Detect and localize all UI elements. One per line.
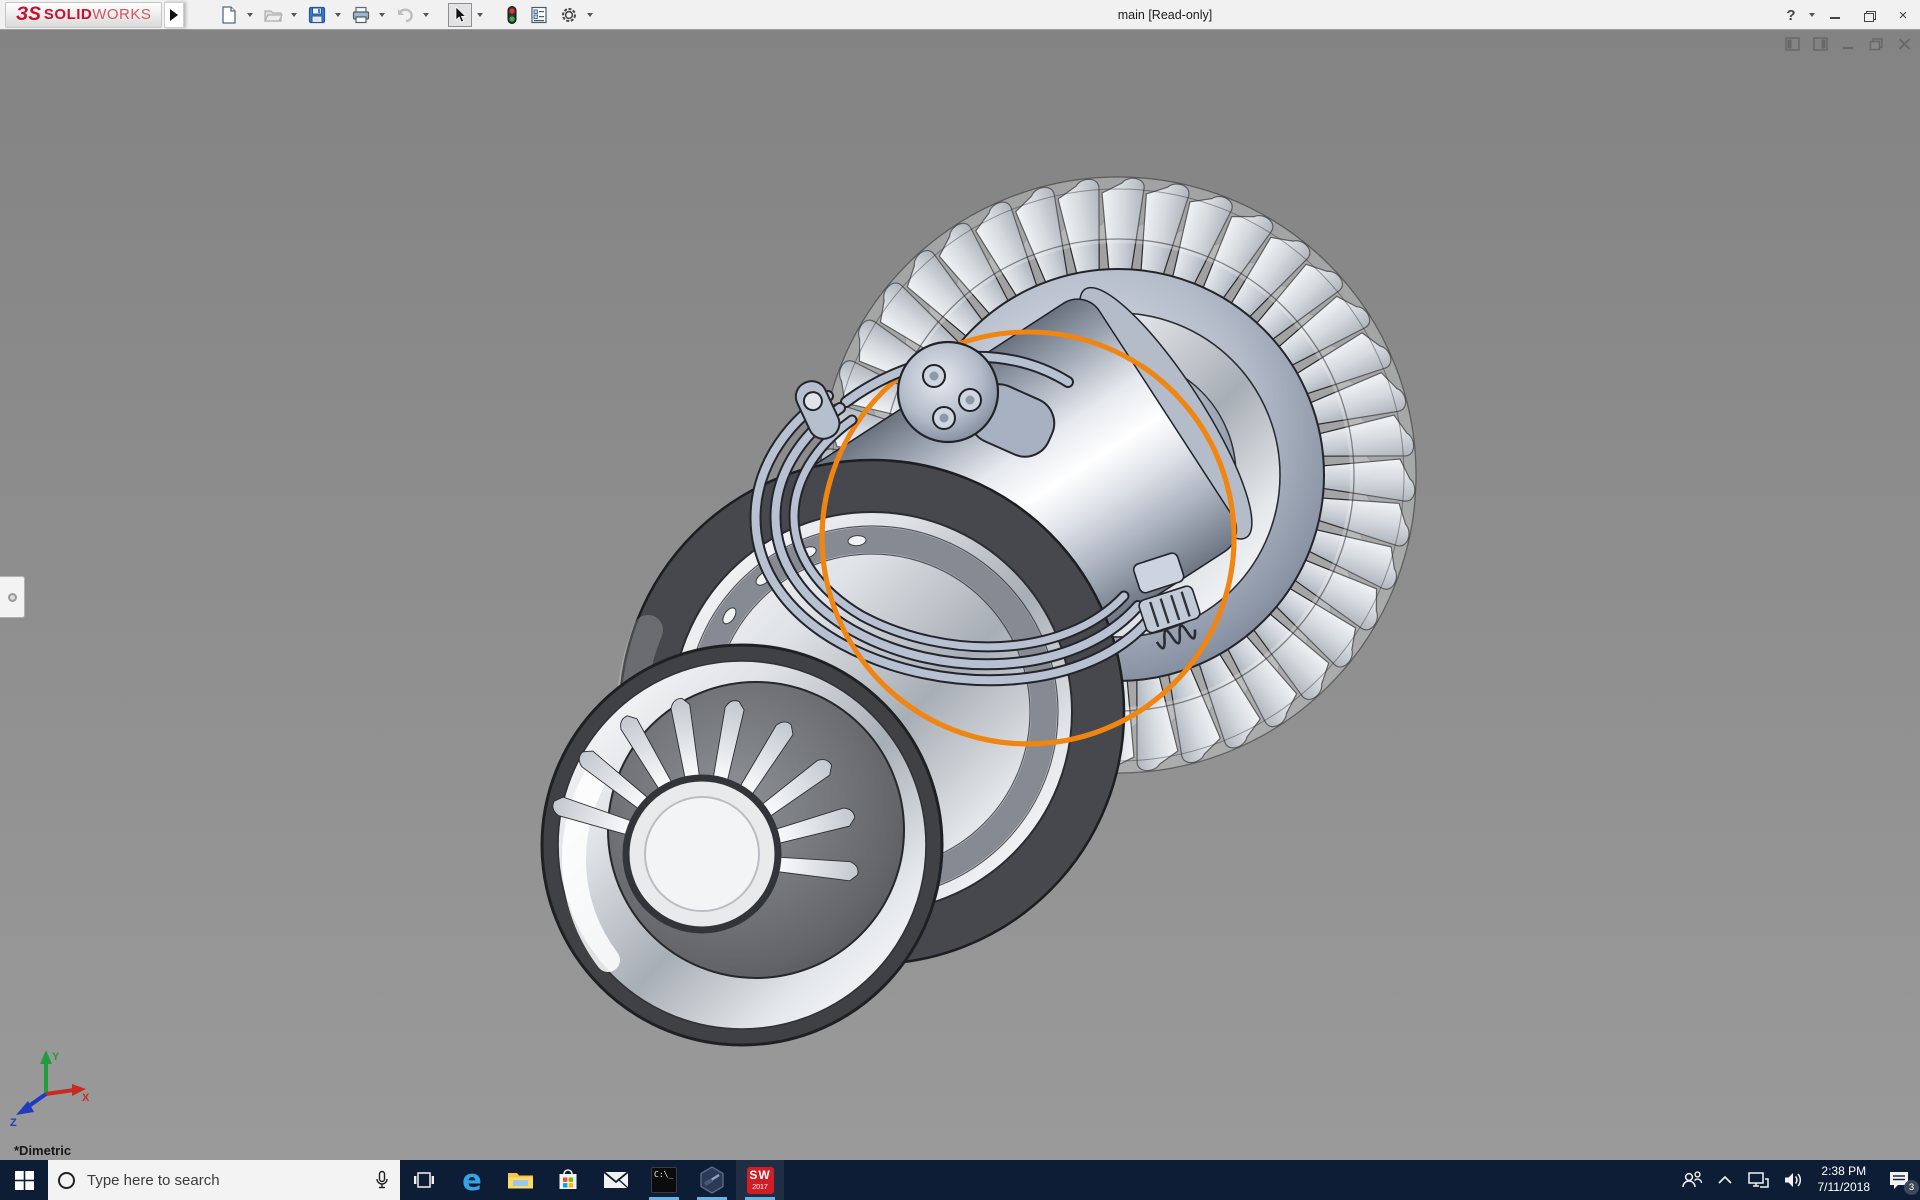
dropdown-caret[interactable] [477,13,483,17]
restore-icon [1864,11,1874,20]
show-display-pane-icon[interactable] [1813,37,1828,51]
quick-access-toolbar [216,3,596,27]
command-prompt-button[interactable]: C:\_ [640,1160,688,1200]
restore-button[interactable] [1852,0,1886,30]
store-icon [556,1168,580,1192]
windows-logo-icon [15,1171,34,1190]
mdi-window-controls [1785,37,1912,51]
collapsed-panel-tab[interactable] [0,576,25,618]
dropdown-caret[interactable] [335,13,341,17]
design-checker-button[interactable] [526,3,552,27]
close-button[interactable]: × [1886,0,1920,30]
panel-tab-icon [8,593,17,602]
help-caret[interactable] [1809,13,1815,17]
titlebar: ЗS SOLIDWORKS [0,0,1920,30]
new-document-icon [219,5,239,25]
dropdown-caret[interactable] [587,13,593,17]
document-title: main [Read-only] [1055,0,1275,30]
new-document-button[interactable] [216,3,242,27]
mdi-restore-icon[interactable] [1869,37,1884,51]
microphone-icon[interactable] [374,1170,390,1190]
notification-badge: 3 [1904,1180,1919,1195]
windows-taskbar: e C:\_ SW 2017 [0,1160,1920,1200]
axis-x-label: X [82,1092,90,1104]
task-view-button[interactable] [400,1160,448,1200]
volume-button[interactable] [1776,1160,1810,1200]
open-icon [263,5,283,25]
open-button[interactable] [260,3,286,27]
mail-button[interactable] [592,1160,640,1200]
start-button[interactable] [0,1160,48,1200]
network-icon [1747,1171,1769,1189]
hexagon-app-button[interactable] [688,1160,736,1200]
clock[interactable]: 2:38 PM 7/11/2018 [1810,1160,1879,1200]
command-prompt-icon: C:\_ [651,1167,677,1193]
logo-text-works: WORKS [92,6,151,23]
axis-y-label: Y [52,1051,60,1063]
gear-icon [559,5,579,25]
hexagon-app-icon [699,1166,725,1194]
options-button[interactable] [556,3,582,27]
mdi-close-icon[interactable] [1897,37,1912,51]
undo-icon [395,5,415,25]
tray-date: 7/11/2018 [1818,1180,1871,1196]
action-center-button[interactable]: 3 [1878,1160,1920,1200]
speaker-icon [1783,1171,1803,1189]
store-button[interactable] [544,1160,592,1200]
solidworks-2017-button[interactable]: SW 2017 [736,1160,784,1200]
window-controls: ? × [1774,0,1920,30]
view-status-button[interactable] [502,3,522,27]
graphics-viewport[interactable]: Y X Z *Dimetric [0,30,1920,1160]
help-button[interactable]: ? [1774,0,1808,30]
dropdown-caret[interactable] [291,13,297,17]
flyout-arrow-icon [170,9,178,21]
tray-time: 2:38 PM [1818,1164,1871,1180]
print-icon [351,5,371,25]
dropdown-caret[interactable] [423,13,429,17]
solidworks-app-icon: SW 2017 [747,1167,774,1194]
people-button[interactable] [1674,1160,1710,1200]
solidworks-window: ЗS SOLIDWORKS [0,0,1920,1200]
edge-button[interactable]: e [448,1160,496,1200]
traffic-light-icon [505,5,519,25]
network-button[interactable] [1740,1160,1776,1200]
jet-engine-model [0,30,1920,1160]
people-icon [1681,1170,1703,1190]
print-button[interactable] [348,3,374,27]
undo-button[interactable] [392,3,418,27]
orientation-triad: Y X Z [8,1048,92,1126]
task-list-icon [529,5,549,25]
axis-z-label: Z [10,1117,17,1126]
show-hidden-icons-button[interactable] [1710,1160,1740,1200]
dropdown-caret[interactable] [379,13,385,17]
mail-icon [603,1170,629,1190]
dassault-logo-icon: ЗS [16,4,41,26]
menu-flyout-button[interactable] [164,2,184,28]
logo-text-solid: SOLID [44,6,92,23]
edge-icon: e [462,1166,482,1195]
system-tray: 2:38 PM 7/11/2018 3 [1674,1160,1920,1200]
intake-cone-assembly [542,645,942,1045]
dropdown-caret[interactable] [247,13,253,17]
task-view-icon [413,1169,435,1191]
save-icon [307,5,327,25]
select-tool-button[interactable] [448,3,472,27]
mdi-minimize-icon[interactable] [1841,37,1856,51]
select-cursor-icon [451,6,469,24]
cortana-icon [58,1172,75,1189]
file-explorer-button[interactable] [496,1160,544,1200]
solidworks-logo: ЗS SOLIDWORKS [5,2,162,28]
taskbar-search[interactable] [48,1160,400,1200]
minimize-icon [1830,17,1840,19]
file-explorer-icon [507,1169,534,1191]
search-input[interactable] [87,1172,374,1189]
save-button[interactable] [304,3,330,27]
view-orientation-label: *Dimetric [14,1143,71,1158]
chevron-up-icon [1717,1175,1733,1185]
minimize-button[interactable] [1818,0,1852,30]
show-feature-pane-icon[interactable] [1785,37,1800,51]
